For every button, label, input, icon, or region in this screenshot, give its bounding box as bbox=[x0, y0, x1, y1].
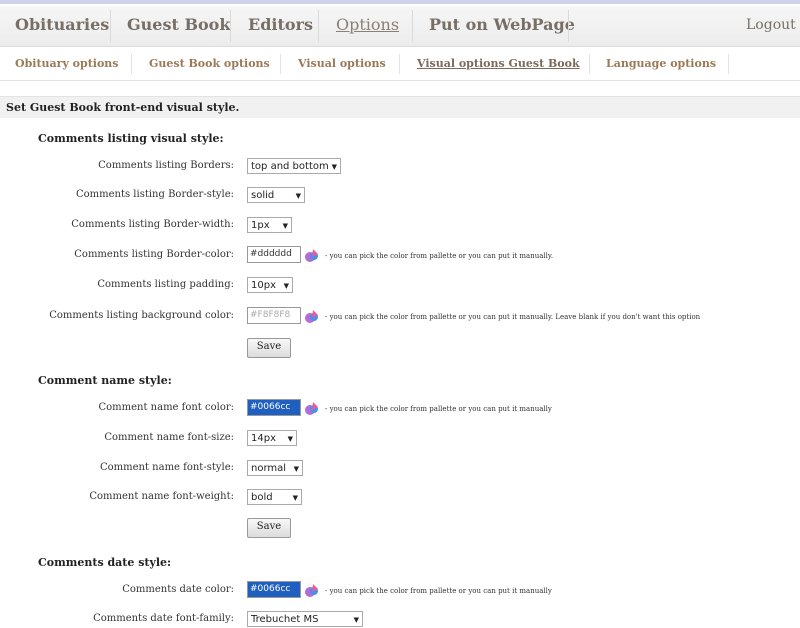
select-value: 1px bbox=[251, 220, 270, 231]
select-listing-padding[interactable]: 10px ▼ bbox=[247, 277, 293, 293]
subnav-obituary-options[interactable]: Obituary options bbox=[15, 48, 119, 80]
input-name-font-color[interactable]: #0066cc bbox=[247, 399, 301, 416]
note-name-font-color: - you can pick the color from pallette o… bbox=[325, 405, 552, 413]
subnav-divider bbox=[399, 54, 400, 74]
nav-guest-book[interactable]: Guest Book bbox=[127, 6, 230, 46]
select-listing-borders[interactable]: top and bottom ▼ bbox=[247, 158, 341, 174]
main-nav: Obituaries Guest Book Editors Options Pu… bbox=[0, 6, 800, 47]
chevron-down-icon: ▼ bbox=[331, 163, 337, 171]
chevron-down-icon: ▼ bbox=[287, 435, 293, 443]
label-date-color: Comments date color: bbox=[122, 584, 234, 595]
subnav-visual-options-guest-book[interactable]: Visual options Guest Book bbox=[417, 48, 580, 80]
color-picker-icon[interactable] bbox=[304, 582, 320, 598]
select-listing-border-width[interactable]: 1px ▼ bbox=[247, 217, 292, 233]
input-listing-bg-color[interactable]: #F8F8F8 bbox=[247, 307, 301, 324]
subnav-divider bbox=[280, 54, 281, 74]
nav-divider bbox=[568, 10, 569, 42]
nav-divider bbox=[110, 10, 111, 42]
color-picker-icon[interactable] bbox=[304, 308, 320, 324]
label-listing-bg-color: Comments listing background color: bbox=[49, 310, 234, 321]
chevron-down-icon: ▼ bbox=[295, 192, 301, 200]
label-listing-border-width: Comments listing Border-width: bbox=[71, 219, 234, 230]
label-listing-padding: Comments listing padding: bbox=[97, 279, 234, 290]
nav-divider bbox=[412, 10, 413, 42]
note-date-color: - you can pick the color from pallette o… bbox=[325, 587, 552, 595]
label-name-font-style: Comment name font-style: bbox=[99, 462, 234, 473]
subnav-divider bbox=[589, 54, 590, 74]
section-title-date: Comments date style: bbox=[38, 556, 172, 569]
subnav-guest-book-options[interactable]: Guest Book options bbox=[149, 48, 270, 80]
subnav-divider bbox=[728, 54, 729, 74]
save-button-name[interactable]: Save bbox=[247, 518, 291, 538]
section-title-listing: Comments listing visual style: bbox=[38, 132, 224, 145]
section-title-name: Comment name style: bbox=[38, 374, 172, 387]
sub-nav: Obituary options Guest Book options Visu… bbox=[0, 48, 800, 81]
note-listing-bg-color: - you can pick the color from pallette o… bbox=[325, 313, 701, 321]
subnav-visual-options[interactable]: Visual options bbox=[298, 48, 386, 80]
select-value: solid bbox=[251, 190, 275, 201]
select-date-font-family[interactable]: Trebuchet MS ▼ bbox=[247, 611, 363, 627]
chevron-down-icon: ▼ bbox=[293, 465, 299, 473]
label-name-font-color: Comment name font color: bbox=[98, 402, 234, 413]
nav-obituaries[interactable]: Obituaries bbox=[15, 6, 109, 46]
chevron-down-icon: ▼ bbox=[282, 222, 288, 230]
color-picker-icon[interactable] bbox=[304, 400, 320, 416]
label-name-font-size: Comment name font-size: bbox=[104, 432, 234, 443]
save-button-listing[interactable]: Save bbox=[247, 338, 291, 358]
nav-editors[interactable]: Editors bbox=[248, 6, 313, 46]
select-value: bold bbox=[251, 492, 273, 503]
note-listing-border-color: - you can pick the color from pallette o… bbox=[325, 252, 554, 260]
select-name-font-weight[interactable]: bold ▼ bbox=[247, 489, 302, 505]
select-value: 10px bbox=[251, 280, 276, 291]
page-heading: Set Guest Book front-end visual style. bbox=[0, 96, 800, 118]
select-value: 14px bbox=[251, 433, 276, 444]
nav-divider bbox=[230, 10, 231, 42]
label-name-font-weight: Comment name font-weight: bbox=[89, 491, 234, 502]
subnav-language-options[interactable]: Language options bbox=[606, 48, 716, 80]
nav-options[interactable]: Options bbox=[336, 6, 399, 46]
chevron-down-icon: ▼ bbox=[283, 282, 289, 290]
select-listing-border-style[interactable]: solid ▼ bbox=[247, 187, 305, 203]
chevron-down-icon: ▼ bbox=[353, 616, 359, 624]
top-accent-line bbox=[0, 0, 800, 4]
label-date-font-family: Comments date font-family: bbox=[93, 613, 234, 624]
select-name-font-size[interactable]: 14px ▼ bbox=[247, 430, 297, 446]
select-value: Trebuchet MS bbox=[251, 614, 319, 625]
label-listing-borders: Comments listing Borders: bbox=[98, 160, 234, 171]
nav-put-on-webpage[interactable]: Put on WebPage bbox=[429, 6, 575, 46]
label-listing-border-color: Comments listing Border-color: bbox=[74, 249, 234, 260]
nav-divider bbox=[318, 10, 319, 42]
input-listing-border-color[interactable]: #dddddd bbox=[247, 246, 301, 263]
select-value: normal bbox=[251, 463, 287, 474]
select-name-font-style[interactable]: normal ▼ bbox=[247, 460, 303, 476]
input-date-color[interactable]: #0066cc bbox=[247, 581, 301, 598]
subnav-divider bbox=[131, 54, 132, 74]
logout-link[interactable]: Logout bbox=[746, 6, 796, 46]
color-picker-icon[interactable] bbox=[304, 247, 320, 263]
chevron-down-icon: ▼ bbox=[292, 494, 298, 502]
label-listing-border-style: Comments listing Border-style: bbox=[75, 189, 234, 200]
select-value: top and bottom bbox=[251, 161, 329, 172]
